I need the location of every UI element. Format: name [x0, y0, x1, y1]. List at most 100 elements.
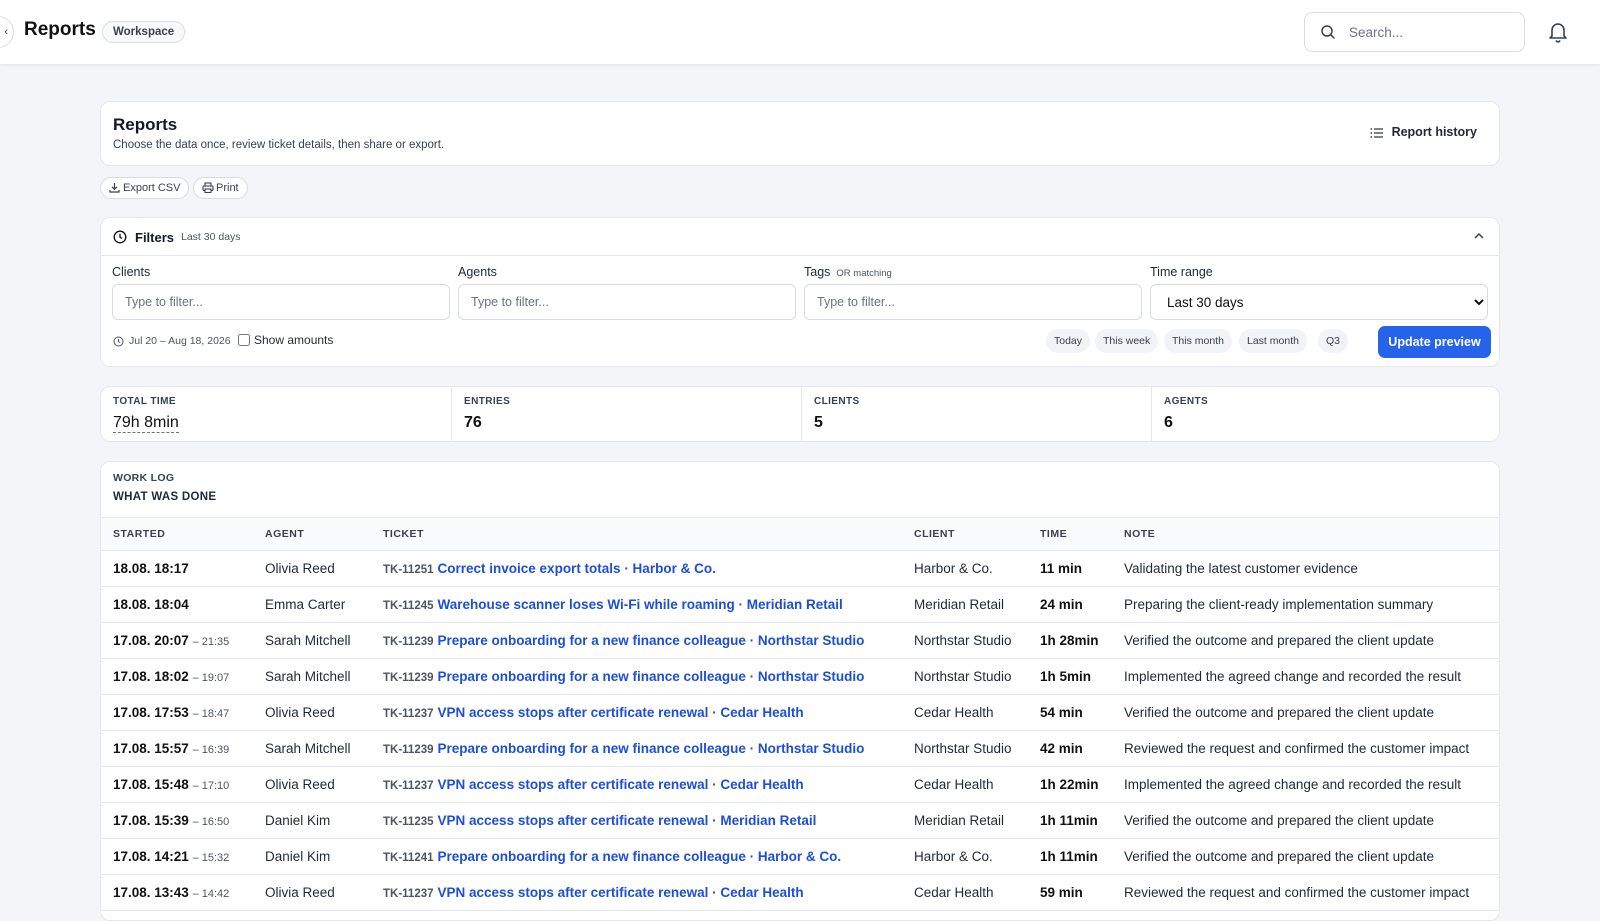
export-csv-button[interactable]: Export CSV	[100, 177, 190, 199]
col-client[interactable]: CLIENT	[902, 517, 1028, 551]
table-row[interactable]: 18.08. 18:17 Olivia Reed TK-11251 Correct …	[101, 550, 1499, 587]
col-ticket[interactable]: TICKET	[371, 517, 902, 551]
ticket-link[interactable]: Prepare onboarding for a new finance col…	[438, 633, 865, 648]
ticket-id: TK-11241	[383, 852, 434, 864]
ticket-cell: TK-11239 Prepare onboarding for a new fin…	[371, 658, 902, 695]
quick-range-last-month[interactable]: Last month	[1239, 329, 1307, 353]
client-cell: Harbor & Co.	[902, 550, 1028, 587]
client-cell: Northstar Studio	[902, 730, 1028, 767]
stat-value: 76	[464, 414, 482, 431]
search-box[interactable]	[1304, 12, 1525, 52]
col-started[interactable]: STARTED	[101, 517, 253, 551]
stat-total-time: TOTAL TIME 79h 8min	[101, 387, 451, 441]
show-amounts-label: Show amounts	[254, 333, 334, 347]
started-cell: 17.08. 15:48 – 17:10	[101, 766, 253, 803]
filters-panel: Filters Last 30 days Clients Agents Tags…	[100, 217, 1500, 367]
table-header-row: STARTED AGENT TICKET CLIENT TIME NOTE	[101, 517, 1499, 551]
end-time: – 14:42	[192, 888, 230, 900]
ticket-cell: TK-11237 VPN access stops after certifica…	[371, 694, 902, 731]
show-amounts-checkbox[interactable]	[238, 334, 250, 346]
clients-filter-input[interactable]	[112, 284, 450, 320]
update-preview-button[interactable]: Update preview	[1378, 326, 1491, 358]
agents-filter-input[interactable]	[458, 284, 796, 320]
started-time: 18.08. 18:17	[113, 561, 189, 576]
chevron-up-icon[interactable]	[1473, 230, 1485, 242]
show-amounts-toggle[interactable]: Show amounts	[238, 333, 333, 347]
bell-icon[interactable]	[1548, 21, 1568, 43]
ticket-link[interactable]: Prepare onboarding for a new finance col…	[438, 669, 865, 684]
tags-filter-input[interactable]	[804, 284, 1142, 320]
work-log-title: WHAT WAS DONE	[113, 491, 217, 503]
ticket-link[interactable]: VPN access stops after certificate renew…	[438, 777, 804, 792]
table-row[interactable]: 17.08. 15:48 – 17:10 Olivia Reed TK-11237 V…	[101, 766, 1499, 803]
end-time: – 19:07	[192, 672, 230, 684]
col-agent[interactable]: AGENT	[253, 517, 371, 551]
note-cell: Preparing the client-ready implementatio…	[1112, 586, 1499, 623]
work-log-table: STARTED AGENT TICKET CLIENT TIME NOTE 18…	[101, 517, 1499, 911]
started-time: 17.08. 18:02	[113, 669, 189, 684]
time-cell: 1h 11min	[1028, 838, 1112, 875]
workspace-badge[interactable]: Workspace	[102, 21, 186, 43]
clock-icon	[113, 336, 124, 347]
ticket-id: TK-11237	[383, 780, 434, 792]
table-row[interactable]: 17.08. 15:57 – 16:39 Sarah Mitchell TK-112…	[101, 730, 1499, 767]
report-history-button[interactable]: Report history	[1369, 125, 1477, 139]
app-title: Reports	[24, 19, 96, 40]
print-button[interactable]: Print	[193, 177, 248, 199]
end-time: – 18:47	[192, 708, 230, 720]
col-note[interactable]: NOTE	[1112, 517, 1499, 551]
ticket-link[interactable]: VPN access stops after certificate renew…	[438, 705, 804, 720]
ticket-link[interactable]: Warehouse scanner loses Wi-Fi while roam…	[438, 597, 843, 612]
ticket-link[interactable]: VPN access stops after certificate renew…	[438, 813, 817, 828]
table-row[interactable]: 17.08. 14:21 – 15:32 Daniel Kim TK-11241 Pr…	[101, 838, 1499, 875]
note-cell: Implemented the agreed change and record…	[1112, 658, 1499, 695]
note-cell: Implemented the agreed change and record…	[1112, 766, 1499, 803]
back-button[interactable]: ‹	[0, 16, 14, 48]
started-time: 17.08. 13:43	[113, 885, 189, 900]
filters-header[interactable]: Filters Last 30 days	[101, 218, 1499, 256]
quick-range-this-week[interactable]: This week	[1095, 329, 1159, 353]
table-row[interactable]: 17.08. 17:53 – 18:47 Olivia Reed TK-11237 V…	[101, 694, 1499, 731]
started-cell: 17.08. 15:57 – 16:39	[101, 730, 253, 767]
ticket-link[interactable]: Prepare onboarding for a new finance col…	[438, 741, 865, 756]
stat-label: ENTRIES	[464, 396, 511, 407]
table-row[interactable]: 18.08. 18:04 Emma Carter TK-11245 Warehous…	[101, 586, 1499, 623]
started-time: 17.08. 14:21	[113, 849, 189, 864]
end-time: – 15:32	[192, 852, 230, 864]
stat-label: CLIENTS	[814, 396, 860, 407]
ticket-id: TK-11239	[383, 636, 434, 648]
client-cell: Meridian Retail	[902, 802, 1028, 839]
started-time: 18.08. 18:04	[113, 597, 189, 612]
agent-cell: Olivia Reed	[253, 766, 371, 803]
ticket-link[interactable]: Prepare onboarding for a new finance col…	[438, 849, 842, 864]
note-cell: Verified the outcome and prepared the cl…	[1112, 802, 1499, 839]
summary-stats: TOTAL TIME 79h 8min ENTRIES 76 CLIENTS 5…	[100, 386, 1500, 442]
ticket-id: TK-11235	[383, 816, 434, 828]
search-input[interactable]	[1349, 22, 1509, 42]
col-time[interactable]: TIME	[1028, 517, 1112, 551]
work-log-card: WORK LOG WHAT WAS DONE STARTED AGENT TIC…	[100, 461, 1500, 921]
stat-value[interactable]: 79h 8min	[113, 414, 179, 433]
table-row[interactable]: 17.08. 18:02 – 19:07 Sarah Mitchell TK-112…	[101, 658, 1499, 695]
agent-cell: Sarah Mitchell	[253, 622, 371, 659]
ticket-link[interactable]: VPN access stops after certificate renew…	[438, 885, 804, 900]
time-cell: 1h 28min	[1028, 622, 1112, 659]
agent-cell: Sarah Mitchell	[253, 730, 371, 767]
table-row[interactable]: 17.08. 20:07 – 21:35 Sarah Mitchell TK-112…	[101, 622, 1499, 659]
time-cell: 11 min	[1028, 550, 1112, 587]
quick-range-q3[interactable]: Q3	[1318, 329, 1349, 353]
table-row[interactable]: 17.08. 15:39 – 16:50 Daniel Kim TK-11235 VP…	[101, 802, 1499, 839]
agent-cell: Sarah Mitchell	[253, 658, 371, 695]
quick-range-this-month[interactable]: This month	[1164, 329, 1232, 353]
date-range-text: Jul 20 – Aug 18, 2026	[113, 335, 231, 347]
tags-label: Tags	[804, 265, 831, 279]
time-cell: 1h 22min	[1028, 766, 1112, 803]
note-cell: Validating the latest customer evidence	[1112, 550, 1499, 587]
ticket-link[interactable]: Correct invoice export totals · Harbor &…	[438, 561, 716, 576]
agent-cell: Olivia Reed	[253, 694, 371, 731]
time-range-select[interactable]: Last 30 days	[1150, 284, 1488, 320]
quick-range-today[interactable]: Today	[1046, 329, 1091, 353]
agent-cell: Olivia Reed	[253, 874, 371, 911]
table-row[interactable]: 17.08. 13:43 – 14:42 Olivia Reed TK-11237 V…	[101, 874, 1499, 911]
started-cell: 17.08. 14:21 – 15:32	[101, 838, 253, 875]
